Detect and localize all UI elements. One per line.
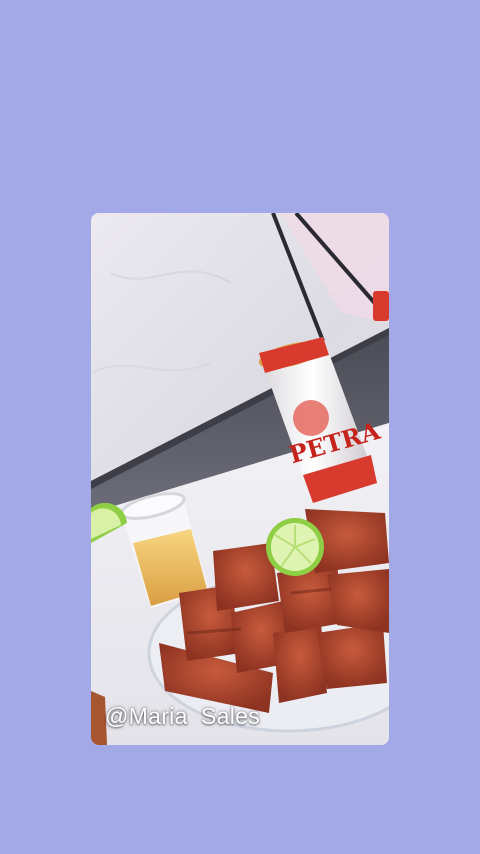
watermark-handle: @Maria Sales [105,703,261,729]
lime-on-plate-icon [266,518,324,576]
story-photo: PETRA [91,213,389,745]
photo-scene: PETRA [91,213,389,745]
